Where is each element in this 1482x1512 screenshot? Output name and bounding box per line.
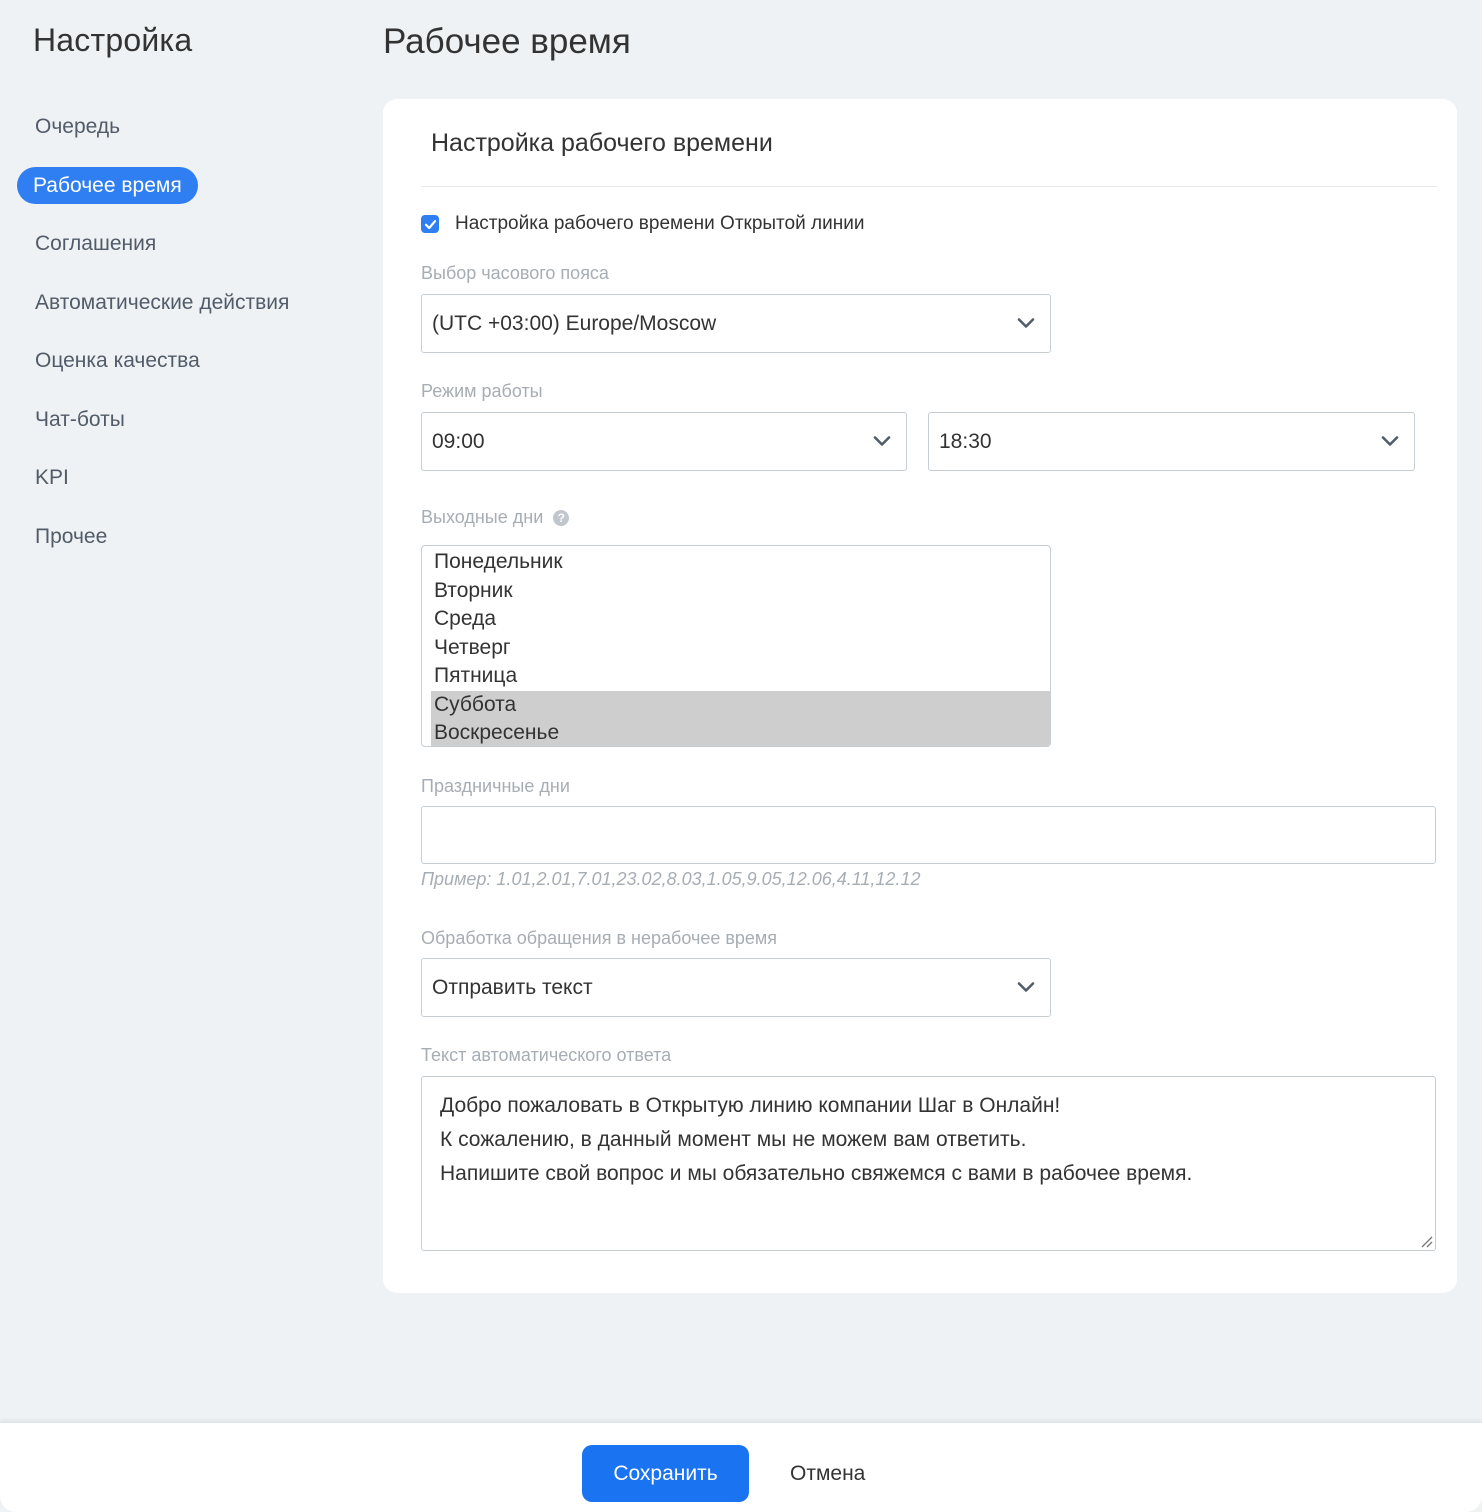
sidebar-title: Настройка <box>33 22 193 58</box>
holidays-label: Праздничные дни <box>421 776 570 796</box>
sidebar-item-automatic-actions[interactable]: Автоматические действия <box>17 284 305 321</box>
sidebar-item-quality-rating[interactable]: Оценка качества <box>17 342 216 379</box>
off-hours-label: Обработка обращения в нерабочее время <box>421 928 778 948</box>
off-hours-select[interactable]: Отправить текст <box>421 958 1051 1017</box>
sidebar-item-queue[interactable]: Очередь <box>17 108 136 145</box>
holidays-input[interactable] <box>421 806 1436 864</box>
divider <box>421 186 1437 187</box>
footer-bar: Сохранить Отмена <box>0 1422 1482 1512</box>
page-title: Рабочее время <box>383 22 631 61</box>
timezone-label: Выбор часового пояса <box>421 263 609 283</box>
weekend-option-sunday[interactable]: Воскресенье <box>431 719 1050 746</box>
enable-working-hours-row: Настройка рабочего времени Открытой лини… <box>421 213 864 235</box>
weekend-option-thursday[interactable]: Четверг <box>422 634 1050 663</box>
weekends-listbox[interactable]: Понедельник Вторник Среда Четверг Пятниц… <box>421 545 1051 747</box>
auto-reply-line: К сожалению, в данный момент мы не можем… <box>440 1128 1027 1151</box>
chevron-down-icon <box>1381 436 1399 446</box>
work-end-value: 18:30 <box>939 430 992 453</box>
card-title: Настройка рабочего времени <box>431 129 773 157</box>
off-hours-value: Отправить текст <box>432 976 593 999</box>
resize-handle-icon[interactable] <box>1419 1234 1433 1248</box>
weekend-option-friday[interactable]: Пятница <box>422 662 1050 691</box>
sidebar-item-other[interactable]: Прочее <box>17 518 123 555</box>
auto-reply-textarea[interactable]: Добро пожаловать в Открытую линию компан… <box>421 1076 1436 1251</box>
work-mode-label: Режим работы <box>421 381 543 401</box>
timezone-select[interactable]: (UTC +03:00) Europe/Moscow <box>421 294 1051 353</box>
auto-reply-line: Напишите свой вопрос и мы обязательно св… <box>440 1162 1193 1185</box>
working-hours-card: Настройка рабочего времени Настройка раб… <box>383 99 1457 1293</box>
enable-working-hours-checkbox[interactable] <box>421 215 439 233</box>
settings-window: Настройка Очередь Рабочее время Соглашен… <box>0 0 1482 1512</box>
weekend-option-tuesday[interactable]: Вторник <box>422 577 1050 606</box>
sidebar-menu: Очередь Рабочее время Соглашения Автомат… <box>17 108 347 576</box>
sidebar-item-chatbots[interactable]: Чат-боты <box>17 401 141 438</box>
auto-reply-line: Добро пожаловать в Открытую линию компан… <box>440 1094 1061 1117</box>
work-start-select[interactable]: 09:00 <box>421 412 907 471</box>
chevron-down-icon <box>873 436 891 446</box>
work-end-select[interactable]: 18:30 <box>928 412 1415 471</box>
save-button[interactable]: Сохранить <box>582 1445 749 1502</box>
weekend-option-saturday[interactable]: Суббота <box>431 690 1050 719</box>
work-start-value: 09:00 <box>432 430 485 453</box>
auto-reply-label: Текст автоматического ответа <box>421 1045 672 1065</box>
enable-working-hours-label: Настройка рабочего времени Открытой лини… <box>455 213 865 234</box>
chevron-down-icon <box>1017 982 1035 992</box>
weekends-label: Выходные дни <box>421 507 544 527</box>
weekend-option-monday[interactable]: Понедельник <box>422 548 1050 577</box>
sidebar-item-kpi[interactable]: KPI <box>17 459 85 496</box>
weekends-label-row: Выходные дни? <box>421 507 570 528</box>
question-circle-icon[interactable]: ? <box>553 510 570 526</box>
sidebar-item-working-hours[interactable]: Рабочее время <box>17 166 198 204</box>
checkmark-icon <box>424 219 436 229</box>
weekend-option-wednesday[interactable]: Среда <box>422 605 1050 634</box>
cancel-button[interactable]: Отмена <box>790 1445 865 1502</box>
timezone-value: (UTC +03:00) Europe/Moscow <box>432 312 717 335</box>
holidays-hint: Пример: 1.01,2.01,7.01,23.02,8.03,1.05,9… <box>421 869 921 889</box>
sidebar-item-agreements[interactable]: Соглашения <box>17 225 172 262</box>
chevron-down-icon <box>1017 318 1035 328</box>
